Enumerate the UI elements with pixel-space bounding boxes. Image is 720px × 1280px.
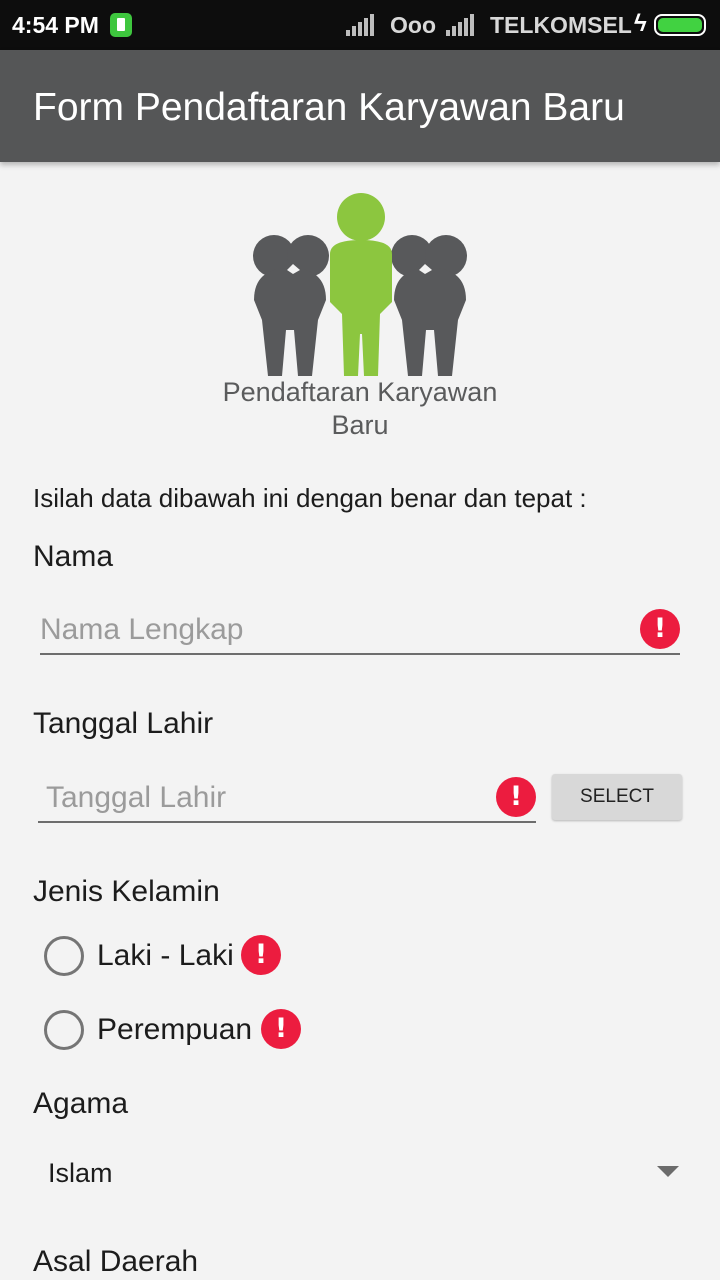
tanggal-lahir-label: Tanggal Lahir: [33, 707, 214, 740]
logo-caption: Pendaftaran Karyawan Baru: [190, 376, 530, 442]
nama-label: Nama: [33, 540, 114, 573]
jenis-kelamin-label: Jenis Kelamin: [33, 875, 220, 908]
radio-laki-laki-label[interactable]: Laki - Laki: [97, 939, 234, 973]
logo-caption-line2: Baru: [331, 410, 389, 440]
logo-people-icon: [253, 193, 467, 376]
tanggal-lahir-error-icon: !: [496, 777, 536, 817]
battery-icon: [654, 14, 706, 36]
tanggal-lahir-input[interactable]: Tanggal Lahir: [46, 781, 226, 815]
radio-laki-laki[interactable]: [44, 936, 84, 976]
action-bar: Form Pendaftaran Karyawan Baru: [0, 50, 720, 162]
signal-icon: [346, 14, 380, 36]
nama-input[interactable]: Nama Lengkap: [40, 613, 243, 647]
status-time: 4:54 PM: [12, 12, 99, 38]
battery-saver-icon: [110, 13, 132, 37]
perempuan-error-icon: !: [261, 1009, 301, 1049]
agama-spinner[interactable]: Islam: [48, 1158, 113, 1189]
carrier-2: TELKOMSEL: [490, 12, 632, 38]
agama-label: Agama: [33, 1087, 129, 1120]
nama-input-underline: [40, 653, 680, 655]
asal-daerah-label: Asal Daerah: [33, 1245, 199, 1278]
tanggal-lahir-input-underline: [38, 821, 536, 823]
charging-icon: ϟ: [634, 10, 647, 37]
signal-icon: [446, 14, 480, 36]
form-intro: Isilah data dibawah ini dengan benar dan…: [33, 483, 587, 513]
select-date-button[interactable]: SELECT: [552, 774, 682, 820]
radio-perempuan-label[interactable]: Perempuan: [97, 1013, 252, 1047]
nama-error-icon: !: [640, 609, 680, 649]
dropdown-arrow-icon[interactable]: [657, 1166, 679, 1177]
radio-perempuan[interactable]: [44, 1010, 84, 1050]
logo-caption-line1: Pendaftaran Karyawan: [222, 377, 498, 407]
carrier-1: Ooo: [390, 12, 436, 38]
laki-laki-error-icon: !: [241, 935, 281, 975]
page-title: Form Pendaftaran Karyawan Baru: [33, 86, 625, 129]
status-bar: 4:54 PM Ooo TELKOMSEL ϟ: [0, 0, 720, 50]
